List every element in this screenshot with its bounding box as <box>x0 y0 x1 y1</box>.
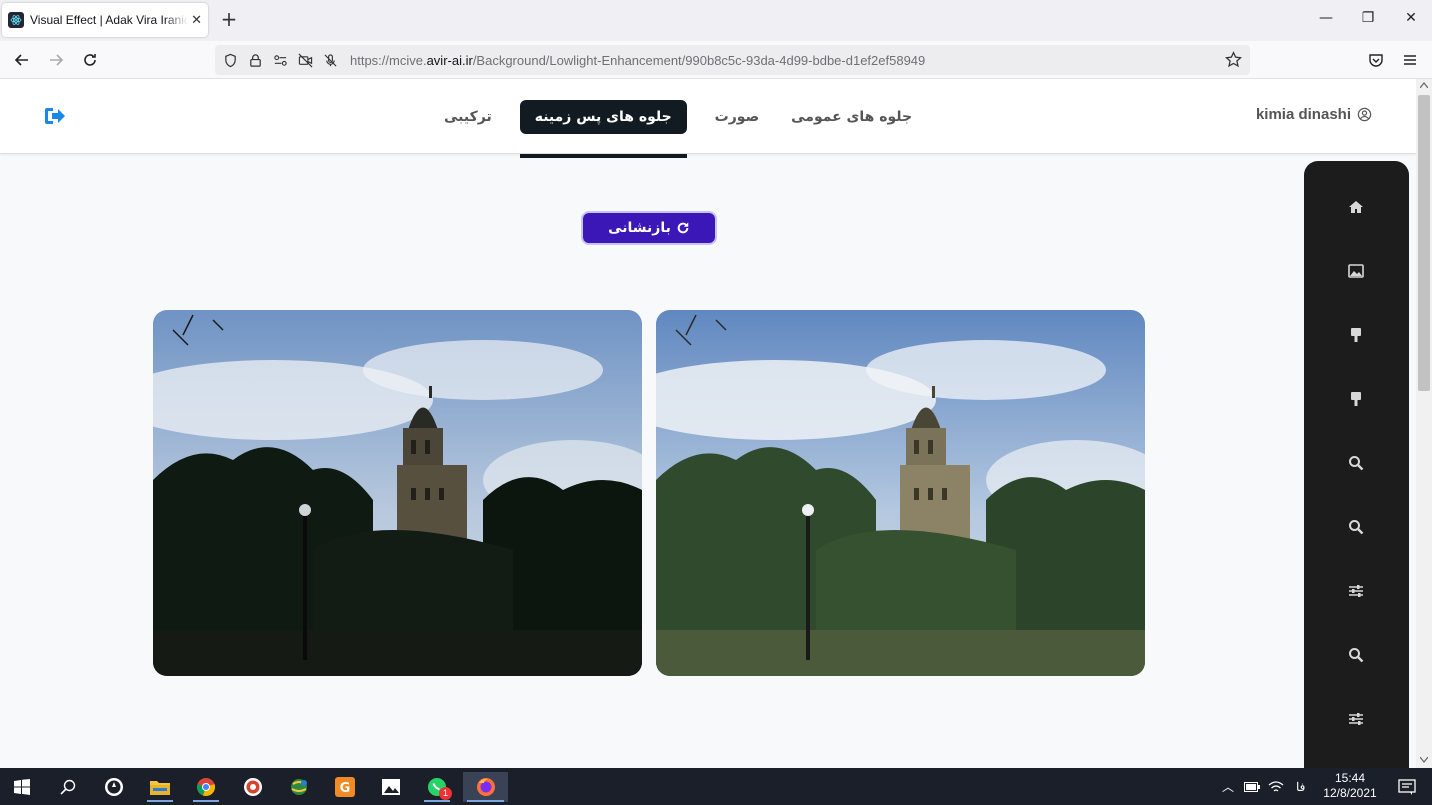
sliders-icon[interactable] <box>1346 581 1366 601</box>
app-header: ترکیبی جلوه های پس زمینه صورت جلوه های ع… <box>0 79 1416 158</box>
firefox-icon[interactable] <box>463 772 508 802</box>
user-name: kimia dinashi <box>1255 106 1351 123</box>
brush-icon[interactable] <box>1346 325 1366 345</box>
browser-navbar: https://mcive.avir-ai.ir/Background/Lowl… <box>0 41 1432 79</box>
page-scrollbar[interactable] <box>1416 79 1432 768</box>
windows-taskbar: G 1 ︿ فا 15:44 12/8/2021 <box>0 768 1432 805</box>
scroll-down-icon[interactable] <box>1420 757 1428 763</box>
whatsapp-icon[interactable]: 1 <box>420 772 454 802</box>
scroll-up-icon[interactable] <box>1420 82 1428 88</box>
network-globe-icon[interactable] <box>282 772 316 802</box>
search-icon[interactable] <box>1346 453 1366 473</box>
menu-hamburger-icon[interactable] <box>1399 49 1421 71</box>
chrome-icon[interactable] <box>189 772 223 802</box>
menu-item-face[interactable]: صورت <box>711 99 763 135</box>
menu-item-combined[interactable]: ترکیبی <box>440 99 496 135</box>
language-indicator[interactable]: فا <box>1296 780 1305 794</box>
tab-title: Visual Effect | Adak Vira Iranidan <box>30 13 188 27</box>
user-icon <box>1357 107 1372 122</box>
logout-icon[interactable] <box>44 107 66 125</box>
wifi-icon[interactable] <box>1268 780 1284 794</box>
minimize-button[interactable]: — <box>1316 10 1336 26</box>
reset-label: بازنشانی <box>608 220 671 236</box>
shield-icon[interactable] <box>223 53 238 68</box>
enhanced-image <box>656 310 1145 676</box>
pocket-icon[interactable] <box>1365 49 1387 71</box>
search-icon[interactable] <box>1346 645 1366 665</box>
image-icon[interactable] <box>1346 261 1366 281</box>
svg-text:G: G <box>340 781 351 796</box>
brush-icon[interactable] <box>1346 389 1366 409</box>
system-tray: ︿ فا <box>1222 768 1305 805</box>
home-icon[interactable] <box>1346 197 1366 217</box>
scroll-thumb[interactable] <box>1418 95 1430 391</box>
bookmark-star-icon[interactable] <box>1225 51 1242 68</box>
browser-tabstrip: Visual Effect | Adak Vira Iranidan ✕ + —… <box>0 0 1432 41</box>
forward-button[interactable] <box>45 49 67 71</box>
reset-button[interactable]: بازنشانی <box>583 213 715 243</box>
search-icon[interactable] <box>1346 517 1366 537</box>
mic-blocked-icon[interactable] <box>323 53 338 68</box>
react-favicon-icon <box>8 12 24 28</box>
windows-start-icon[interactable] <box>5 772 39 802</box>
whatsapp-badge: 1 <box>439 787 452 800</box>
camera-blocked-icon[interactable] <box>298 53 313 68</box>
search-taskbar-icon[interactable] <box>51 772 85 802</box>
page-content: ترکیبی جلوه های پس زمینه صورت جلوه های ع… <box>0 79 1416 768</box>
tools-sidebar <box>1304 161 1409 768</box>
notifications-icon[interactable] <box>1390 772 1424 802</box>
reload-button[interactable] <box>79 49 101 71</box>
browser-tab[interactable]: Visual Effect | Adak Vira Iranidan ✕ <box>2 3 208 37</box>
clock-time: 15:44 <box>1334 771 1366 785</box>
lock-icon[interactable] <box>248 53 263 68</box>
main-menu: ترکیبی جلوه های پس زمینه صورت جلوه های ع… <box>440 79 916 158</box>
app-rocket-icon[interactable] <box>97 772 131 802</box>
close-window-button[interactable]: ✕ <box>1401 10 1421 26</box>
restore-button[interactable]: ❐ <box>1358 10 1378 26</box>
user-profile[interactable]: kimia dinashi <box>1256 106 1372 123</box>
permissions-icon[interactable] <box>273 53 288 68</box>
battery-icon[interactable] <box>1244 781 1261 792</box>
photos-icon[interactable] <box>374 772 408 802</box>
file-explorer-icon[interactable] <box>143 772 177 802</box>
clock-date: 12/8/2021 <box>1323 786 1377 800</box>
gom-player-icon[interactable]: G <box>328 772 362 802</box>
url-bar[interactable]: https://mcive.avir-ai.ir/Background/Lowl… <box>215 45 1250 75</box>
menu-item-general-effects[interactable]: جلوه های عمومی <box>787 99 916 135</box>
menu-item-background-effects[interactable]: جلوه های پس زمینه <box>519 99 687 158</box>
tab-close-icon[interactable]: ✕ <box>191 13 202 28</box>
back-button[interactable] <box>11 49 33 71</box>
new-tab-button[interactable]: + <box>218 8 240 30</box>
tray-chevron-icon[interactable]: ︿ <box>1222 778 1234 795</box>
sliders-icon[interactable] <box>1346 709 1366 729</box>
original-image <box>153 310 642 676</box>
clock[interactable]: 15:44 12/8/2021 <box>1320 771 1380 801</box>
refresh-icon <box>677 222 689 234</box>
url-text[interactable]: https://mcive.avir-ai.ir/Background/Lowl… <box>350 53 925 68</box>
recorder-icon[interactable] <box>236 772 270 802</box>
